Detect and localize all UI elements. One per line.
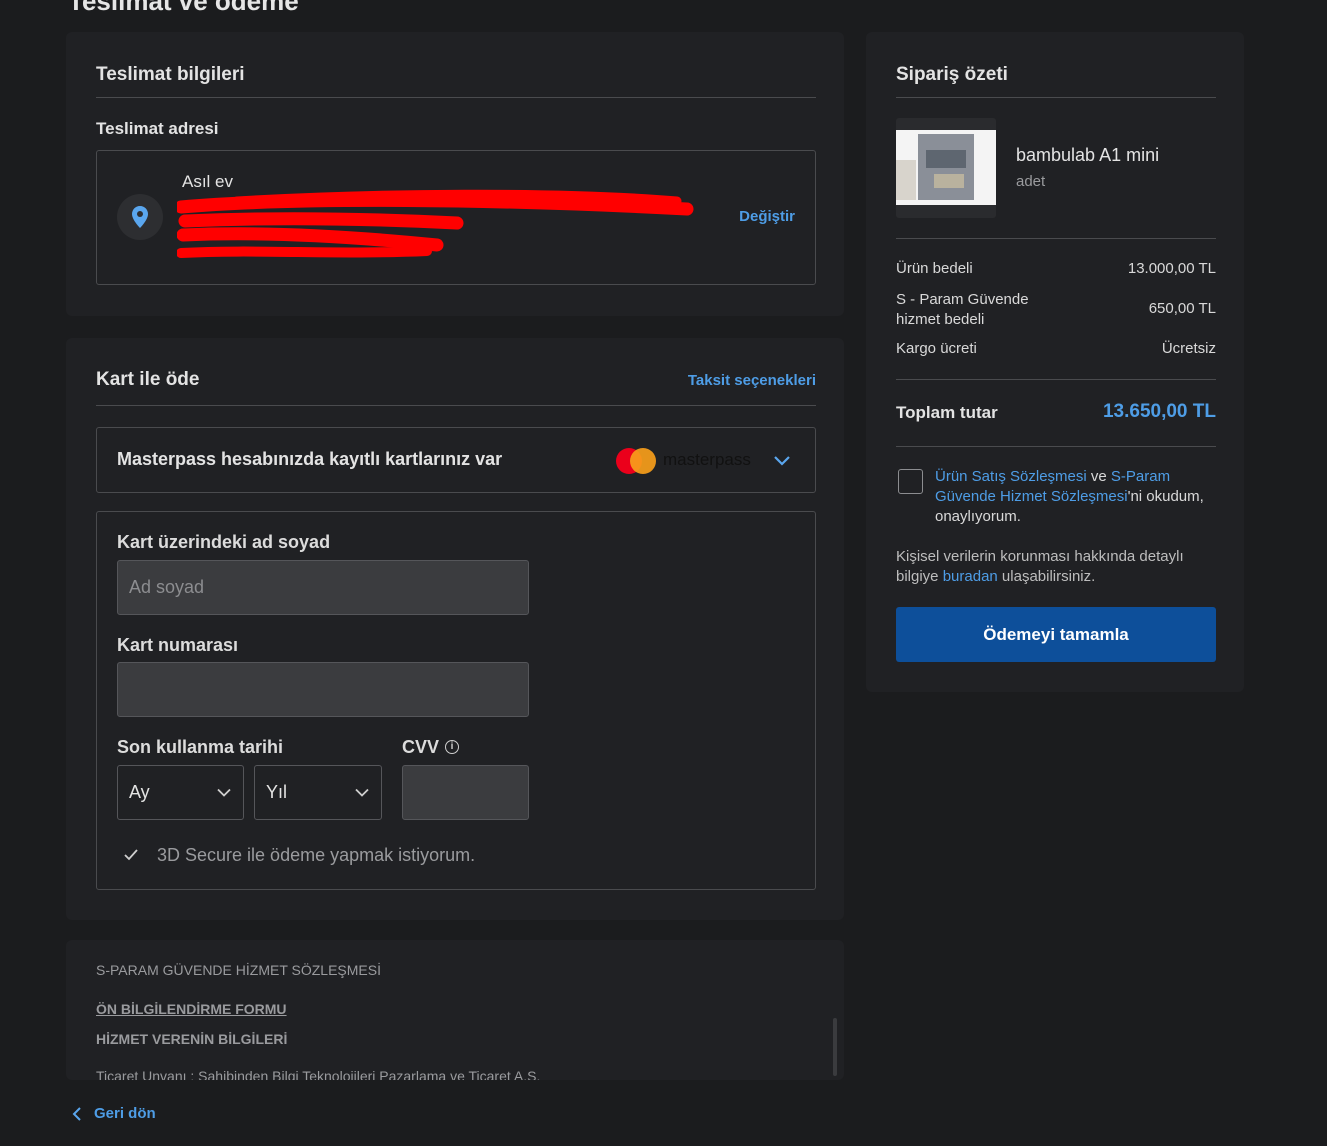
address-redaction bbox=[177, 189, 694, 258]
address-label: Teslimat adresi bbox=[96, 119, 219, 138]
year-value: Yıl bbox=[266, 782, 288, 802]
cvv-input[interactable] bbox=[402, 765, 529, 820]
product-thumbnail[interactable] bbox=[896, 118, 996, 218]
terms-and: ve bbox=[1086, 468, 1111, 485]
complete-payment-button[interactable]: Ödemeyi tamamla bbox=[896, 607, 1216, 662]
row-label: Ürün bedeli bbox=[896, 260, 973, 277]
payment-divider bbox=[96, 405, 816, 406]
month-select[interactable]: Ay bbox=[117, 765, 244, 820]
total-value: 13.650,00 TL bbox=[1102, 401, 1216, 422]
terms-text: Ürün Satış Sözleşmesi ve S-Param Güvende… bbox=[935, 467, 1215, 527]
row-label: Kargo ücreti bbox=[896, 340, 977, 357]
total-label: Toplam tutar bbox=[896, 403, 998, 422]
summary-row-shipping: Kargo ücreti Ücretsiz bbox=[896, 340, 1216, 357]
masterpass-row[interactable]: Masterpass hesabınızda kayıtlı kartların… bbox=[96, 427, 816, 493]
delivery-panel: Teslimat bilgileri Teslimat adresi Asıl … bbox=[66, 32, 844, 316]
cvv-label: CVV bbox=[402, 737, 440, 757]
secure-3d-label: 3D Secure ile ödeme yapmak istiyorum. bbox=[157, 845, 476, 865]
expiry-label: Son kullanma tarihi bbox=[117, 737, 284, 757]
agreement-panel: S-PARAM GÜVENDE HİZMET SÖZLEŞMESİ ÖN BİL… bbox=[66, 940, 844, 1080]
year-select[interactable]: Yıl bbox=[254, 765, 382, 820]
change-address-link[interactable]: Değiştir bbox=[739, 208, 795, 225]
summary-divider-mid bbox=[896, 238, 1216, 239]
product-unit: adet bbox=[1016, 173, 1046, 190]
masterpass-logo: masterpass bbox=[663, 450, 751, 469]
back-link-label: Geri dön bbox=[94, 1105, 156, 1122]
summary-divider-top bbox=[896, 97, 1216, 98]
summary-divider-total-bottom bbox=[896, 446, 1216, 447]
summary-title: Sipariş özeti bbox=[896, 64, 1008, 85]
payment-title: Kart ile öde bbox=[96, 369, 200, 390]
chevron-down-icon bbox=[355, 788, 369, 797]
agreement-heading: S-PARAM GÜVENDE HİZMET SÖZLEŞMESİ bbox=[96, 962, 381, 978]
row-value: 13.000,00 TL bbox=[1127, 260, 1216, 277]
terms-checkbox[interactable] bbox=[898, 469, 923, 494]
back-link[interactable]: Geri dön bbox=[72, 1105, 156, 1122]
delivery-title: Teslimat bilgileri bbox=[96, 64, 245, 85]
month-value: Ay bbox=[129, 782, 150, 802]
chevron-left-icon bbox=[72, 1106, 81, 1121]
pre-info-form-link[interactable]: ÖN BİLGİLENDİRME FORMU bbox=[96, 1001, 287, 1017]
mastercard-icon bbox=[616, 448, 658, 474]
row-label: S - Param Güvende hizmet bedeli bbox=[896, 291, 1029, 328]
service-provider-heading: HİZMET VERENİN BİLGİLERİ bbox=[96, 1031, 288, 1047]
chevron-down-icon bbox=[217, 788, 231, 797]
card-form: Kart üzerindeki ad soyad Ad soyad Kart n… bbox=[96, 511, 816, 890]
masterpass-text: Masterpass hesabınızda kayıtlı kartların… bbox=[117, 449, 503, 469]
product-name[interactable]: bambulab A1 mini bbox=[1016, 145, 1159, 166]
summary-row-service-fee: S - Param Güvende hizmet bedeli 650,00 T… bbox=[896, 290, 1216, 330]
privacy-link[interactable]: buradan bbox=[943, 568, 998, 585]
payment-panel: Kart ile öde Taksit seçenekleri Masterpa… bbox=[66, 338, 844, 920]
summary-divider-total-top bbox=[896, 379, 1216, 380]
card-number-label: Kart numarası bbox=[117, 635, 239, 655]
delivery-divider bbox=[96, 97, 816, 98]
installments-link[interactable]: Taksit seçenekleri bbox=[688, 372, 816, 389]
location-pin-icon bbox=[117, 194, 163, 240]
chevron-down-icon[interactable] bbox=[773, 455, 791, 467]
info-icon[interactable]: i bbox=[445, 740, 459, 754]
address-card: Asıl ev Değiştir bbox=[96, 150, 816, 285]
sales-contract-link[interactable]: Ürün Satış Sözleşmesi bbox=[935, 468, 1087, 485]
check-icon[interactable] bbox=[123, 848, 139, 862]
card-name-label: Kart üzerindeki ad soyad bbox=[117, 532, 331, 552]
card-name-input[interactable]: Ad soyad bbox=[117, 560, 529, 615]
row-value: Ücretsiz bbox=[1161, 340, 1216, 357]
privacy-text: Kişisel verilerin korunması hakkında det… bbox=[896, 547, 1216, 587]
privacy-text-suffix: ulaşabilirsiniz. bbox=[997, 568, 1096, 585]
summary-row-product-price: Ürün bedeli 13.000,00 TL bbox=[896, 260, 1216, 277]
scrollbar[interactable] bbox=[833, 1018, 837, 1076]
card-number-input[interactable] bbox=[117, 662, 529, 717]
row-value: 650,00 TL bbox=[1148, 300, 1216, 317]
agreement-cutoff-line: Ticaret Unvanı : Sahibinden Bilgi Teknol… bbox=[96, 1068, 541, 1080]
page-title: Teslimat ve ödeme bbox=[68, 0, 299, 16]
